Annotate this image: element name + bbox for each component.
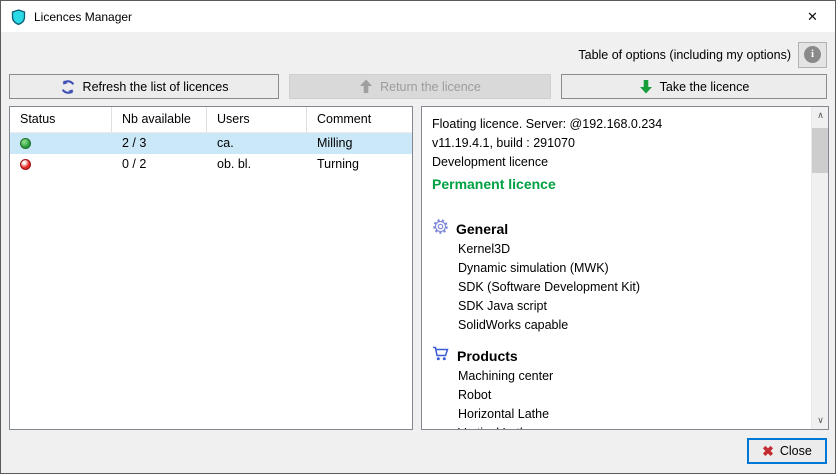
- options-label: Table of options (including my options): [578, 48, 791, 62]
- column-header-users[interactable]: Users: [207, 107, 307, 132]
- version-line: v11.19.4.1, build : 291070: [432, 134, 805, 153]
- close-button-label: Close: [780, 444, 812, 458]
- users-cell: ca.: [207, 133, 307, 154]
- column-header-comment[interactable]: Comment: [307, 107, 412, 132]
- return-licence-button[interactable]: Return the licence: [289, 74, 551, 99]
- window-close-icon[interactable]: ✕: [790, 1, 835, 32]
- refresh-button-label: Refresh the list of licences: [83, 80, 229, 94]
- users-cell: ob. bl.: [207, 154, 307, 175]
- nb-available-cell: 0 / 2: [112, 154, 207, 175]
- licence-details-content: Floating licence. Server: @192.168.0.234…: [422, 107, 811, 429]
- take-button-label: Take the licence: [660, 80, 750, 94]
- licences-manager-window: Licences Manager ✕ Table of options (inc…: [0, 0, 836, 474]
- arrow-up-icon: [359, 79, 373, 94]
- scroll-up-icon[interactable]: ∧: [812, 107, 829, 124]
- options-row: Table of options (including my options) …: [578, 41, 827, 68]
- table-row-milling[interactable]: 2 / 3 ca. Milling: [10, 133, 412, 154]
- scrollbar-thumb[interactable]: [812, 128, 829, 173]
- details-scrollbar[interactable]: ∧ ∨: [811, 107, 828, 429]
- detail-item: Robot: [432, 386, 805, 405]
- status-red-icon: [20, 159, 31, 170]
- return-button-label: Return the licence: [380, 80, 481, 94]
- close-button[interactable]: ✖ Close: [747, 438, 827, 464]
- general-section-header: General: [432, 218, 805, 240]
- info-icon: i: [804, 46, 821, 63]
- permanent-licence-label: Permanent licence: [432, 174, 805, 194]
- table-header-row: Status Nb available Users Comment: [10, 107, 412, 133]
- gear-icon: [432, 218, 449, 240]
- comment-cell: Milling: [307, 133, 412, 154]
- status-cell: [10, 133, 112, 154]
- detail-item: Kernel3D: [432, 240, 805, 259]
- scroll-down-icon[interactable]: ∨: [812, 412, 829, 429]
- refresh-licences-button[interactable]: Refresh the list of licences: [9, 74, 279, 99]
- column-header-status[interactable]: Status: [10, 107, 112, 132]
- status-cell: [10, 154, 112, 175]
- close-x-icon: ✖: [762, 444, 774, 458]
- take-licence-button[interactable]: Take the licence: [561, 74, 827, 99]
- info-button[interactable]: i: [798, 42, 827, 68]
- licence-details-panel: Floating licence. Server: @192.168.0.234…: [421, 106, 829, 430]
- detail-item: Machining center: [432, 367, 805, 386]
- nb-available-cell: 2 / 3: [112, 133, 207, 154]
- status-green-icon: [20, 138, 31, 149]
- detail-item: Vertical Lathe: [432, 424, 805, 429]
- detail-item: Dynamic simulation (MWK): [432, 259, 805, 278]
- titlebar: Licences Manager ✕: [1, 1, 835, 32]
- server-line: Floating licence. Server: @192.168.0.234: [432, 115, 805, 134]
- licence-type-line: Development licence: [432, 153, 805, 172]
- comment-cell: Turning: [307, 154, 412, 175]
- column-header-nb-available[interactable]: Nb available: [112, 107, 207, 132]
- app-shield-icon: [11, 9, 26, 25]
- detail-item: SDK (Software Development Kit): [432, 278, 805, 297]
- general-section-title: General: [456, 221, 508, 237]
- refresh-icon: [60, 79, 76, 95]
- detail-item: SDK Java script: [432, 297, 805, 316]
- detail-item: Horizontal Lathe: [432, 405, 805, 424]
- window-title: Licences Manager: [34, 10, 132, 24]
- products-section-header: Products: [432, 345, 805, 367]
- products-section-title: Products: [457, 348, 518, 364]
- licences-table: Status Nb available Users Comment 2 / 3 …: [9, 106, 413, 430]
- detail-item: SolidWorks capable: [432, 316, 805, 335]
- table-row-turning[interactable]: 0 / 2 ob. bl. Turning: [10, 154, 412, 175]
- arrow-down-icon: [639, 79, 653, 94]
- cart-icon: [432, 346, 450, 367]
